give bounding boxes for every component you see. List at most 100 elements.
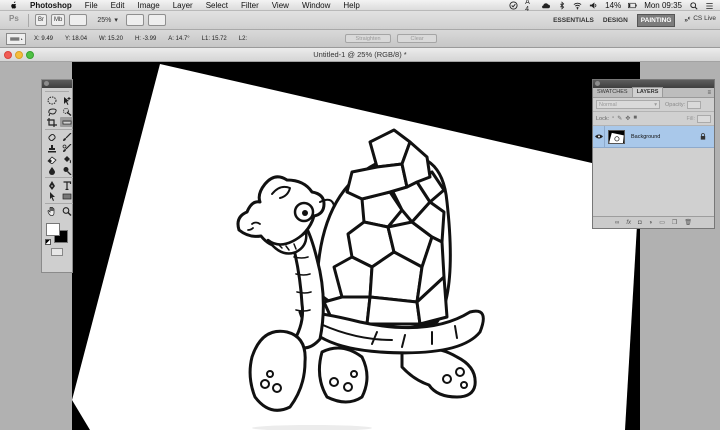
launch-bridge-icon[interactable]: Br [35, 14, 47, 26]
layer-style-fx-icon[interactable]: fx [626, 220, 631, 226]
path-selection-tool-icon[interactable] [45, 191, 58, 201]
workspace-painting[interactable]: PAINTING [636, 14, 676, 27]
blend-mode-select[interactable]: Normal ▾ [596, 100, 660, 109]
quick-selection-tool-icon[interactable] [60, 106, 73, 116]
layers-panel-close-button[interactable] [595, 81, 600, 86]
document-title: Untitled-1 @ 25% (RGB/8) * [313, 50, 407, 59]
tool-preset-picker[interactable] [6, 32, 26, 45]
blur-tool-icon[interactable] [45, 165, 58, 175]
lock-pixels-icon[interactable]: ✎ [617, 115, 622, 122]
battery-percent: 14% [605, 1, 622, 10]
pen-tool-icon[interactable] [45, 180, 58, 190]
appbar-divider [28, 13, 29, 27]
menu-bar-status: A 4 14% Mon 09:35 [509, 0, 714, 13]
ruler-y-value: Y: 18.04 [65, 35, 88, 42]
eraser-tool-icon[interactable] [45, 154, 58, 164]
layer-thumbnail [608, 129, 625, 144]
crop-tool-icon[interactable] [45, 117, 58, 127]
window-zoom-button[interactable] [26, 51, 34, 59]
lasso-tool-icon[interactable] [45, 106, 58, 116]
fill-label: Fill: [686, 115, 695, 122]
workspace-design[interactable]: DESIGN [603, 17, 628, 24]
window-close-button[interactable] [4, 51, 12, 59]
tab-swatches[interactable]: SWATCHES [593, 88, 632, 97]
panel-menu-icon[interactable]: ≡ [707, 90, 711, 96]
notification-center-icon[interactable] [705, 1, 714, 10]
bluetooth-icon[interactable] [557, 1, 566, 10]
view-extras-icon[interactable] [69, 14, 88, 26]
lock-position-icon[interactable]: ✥ [625, 115, 630, 122]
cs-live-button[interactable]: ◐ CS Live [687, 15, 716, 22]
default-colors-icon[interactable] [45, 239, 51, 245]
lock-all-icon[interactable]: ■ [633, 115, 637, 122]
screen-mode-icon[interactable] [147, 14, 166, 26]
window-minimize-button[interactable] [15, 51, 23, 59]
arrange-documents-icon[interactable] [125, 14, 144, 26]
menu-image[interactable]: Image [137, 0, 159, 11]
adjustment-layer-icon[interactable]: ◑ [649, 220, 653, 226]
new-group-icon[interactable]: ▭ [659, 219, 665, 226]
launch-minibridge-icon[interactable]: Mb [51, 14, 66, 26]
opacity-label: Opacity: [665, 101, 686, 108]
menu-file[interactable]: File [85, 0, 98, 11]
layer-name[interactable]: Background [631, 134, 660, 140]
menu-select[interactable]: Select [206, 0, 228, 11]
menu-clock[interactable]: Mon 09:35 [644, 1, 682, 10]
canvas-artwork[interactable] [72, 62, 640, 430]
lock-row: Lock: ▫ ✎ ✥ ■ Fill: [593, 112, 714, 126]
clone-stamp-tool-icon[interactable] [45, 143, 58, 153]
paint-bucket-tool-icon[interactable] [60, 154, 73, 164]
zoom-tool-icon[interactable] [60, 206, 73, 216]
chevron-down-icon: ▾ [114, 17, 118, 24]
ruler-tool-icon[interactable] [60, 117, 73, 127]
trash-icon[interactable]: 🗑 [684, 219, 692, 226]
zoom-level-select[interactable]: 25% ▾ [97, 16, 118, 25]
tools-panel-close-button[interactable] [44, 81, 49, 86]
elliptical-marquee-tool-icon[interactable] [45, 95, 58, 105]
rectangle-tool-icon[interactable] [60, 191, 73, 201]
tab-layers[interactable]: LAYERS [631, 87, 664, 97]
battery-icon[interactable] [628, 1, 637, 10]
hand-tool-icon[interactable] [45, 206, 58, 216]
new-layer-icon[interactable]: ❐ [672, 219, 677, 226]
fill-input[interactable] [697, 114, 711, 123]
history-brush-tool-icon[interactable] [60, 143, 73, 153]
blend-row: Normal ▾ Opacity: [593, 98, 714, 112]
wifi-icon[interactable] [573, 1, 582, 10]
tools-panel-header[interactable] [42, 80, 72, 88]
opacity-input[interactable] [687, 100, 702, 109]
dodge-tool-icon[interactable] [60, 165, 73, 175]
document-canvas[interactable] [72, 62, 640, 430]
cs-live-label: CS Live [693, 15, 716, 22]
quick-mask-button[interactable] [42, 248, 72, 260]
clear-button[interactable]: Clear [397, 34, 438, 43]
workspace-essentials[interactable]: ESSENTIALS [553, 17, 594, 24]
menu-view[interactable]: View [272, 0, 289, 11]
sync-icon[interactable] [509, 1, 518, 10]
foreground-color-swatch[interactable] [46, 223, 60, 236]
layer-row-background[interactable]: Background [593, 125, 714, 148]
options-bar: X: 9.49 Y: 18.04 W: 15.20 H: -3.99 A: 14… [0, 30, 720, 48]
volume-icon[interactable] [589, 1, 598, 10]
menu-help[interactable]: Help [343, 0, 359, 11]
menu-app-name[interactable]: Photoshop [30, 0, 72, 11]
apple-logo-icon[interactable] [10, 0, 20, 10]
move-tool-icon[interactable] [60, 95, 73, 105]
spotlight-search-icon[interactable] [689, 1, 698, 10]
layers-panel-tabs: SWATCHES LAYERS ≡ [593, 87, 714, 98]
layer-visibility-eye-icon[interactable] [593, 125, 605, 148]
menu-edit[interactable]: Edit [111, 0, 125, 11]
input-source-indicator[interactable]: A 4 [525, 0, 534, 13]
lock-transparency-icon[interactable]: ▫ [612, 115, 614, 122]
straighten-button[interactable]: Straighten [345, 34, 392, 43]
type-tool-icon[interactable] [60, 180, 73, 190]
lock-label: Lock: [596, 115, 610, 122]
cloud-icon[interactable] [541, 1, 551, 10]
spot-healing-brush-tool-icon[interactable] [45, 132, 58, 142]
menu-window[interactable]: Window [302, 0, 330, 11]
menu-filter[interactable]: Filter [241, 0, 259, 11]
link-layers-icon[interactable]: ∞ [615, 220, 619, 226]
add-mask-icon[interactable]: ◘ [638, 220, 642, 226]
menu-layer[interactable]: Layer [173, 0, 193, 11]
brush-tool-icon[interactable] [60, 132, 73, 142]
